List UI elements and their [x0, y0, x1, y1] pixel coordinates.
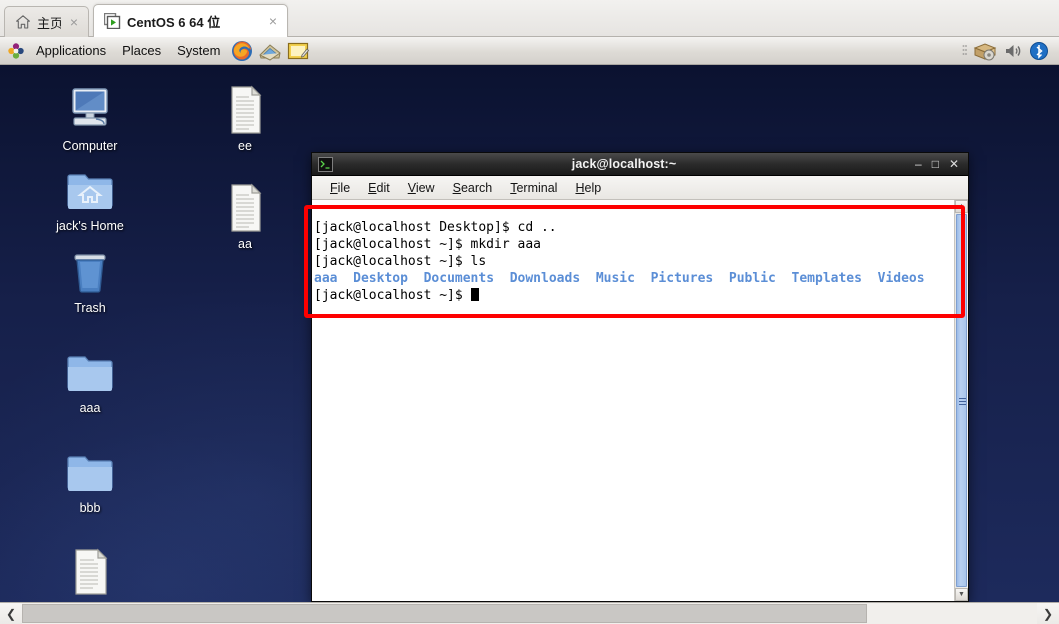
vm-icon — [103, 12, 121, 30]
scrollbar-track[interactable] — [22, 603, 1037, 624]
close-icon[interactable]: × — [266, 14, 280, 28]
menu-terminal[interactable]: Terminal — [502, 179, 565, 197]
panel-menu-group: Applications Places System — [0, 39, 312, 63]
text-cursor — [470, 288, 479, 301]
terminal-line-dirlist: aaa Desktop Documents Downloads Music Pi… — [314, 270, 954, 287]
desktop-icon-document-aa[interactable]: aa — [190, 183, 300, 251]
vm-tab-home[interactable]: 主页 × — [4, 6, 89, 37]
panel-menu-system[interactable]: System — [169, 40, 228, 61]
folder-icon — [64, 347, 116, 397]
close-icon[interactable]: × — [67, 15, 81, 29]
terminal-prompt-line: [jack@localhost ~]$ — [314, 287, 954, 304]
menu-view[interactable]: View — [400, 179, 443, 197]
close-icon[interactable]: ✕ — [949, 158, 959, 170]
scrollbar-thumb[interactable] — [22, 604, 867, 623]
dir-entry: Pictures — [650, 271, 714, 286]
menu-help[interactable]: Help — [567, 179, 609, 197]
scroll-up-icon[interactable]: ▲ — [955, 200, 968, 213]
evolution-mail-icon[interactable] — [258, 39, 282, 63]
computer-icon — [64, 85, 116, 135]
menu-edit[interactable]: Edit — [360, 179, 398, 197]
gnome-top-panel: Applications Places System — [0, 37, 1059, 65]
scroll-right-icon[interactable]: ❯ — [1037, 603, 1059, 624]
panel-menu-applications[interactable]: Applications — [28, 40, 114, 61]
screen: 主页 × CentOS 6 64 位 × Applications Places… — [0, 0, 1059, 624]
desktop-icon-home[interactable]: jack's Home — [35, 165, 145, 233]
desktop-icon-label: aa — [238, 237, 252, 251]
vm-tab-centos[interactable]: CentOS 6 64 位 × — [93, 4, 288, 37]
desktop-icon-label: ee — [238, 139, 252, 153]
desktop-icon-computer[interactable]: Computer — [35, 85, 145, 153]
dir-entry: Desktop — [353, 271, 408, 286]
scroll-left-icon[interactable]: ❮ — [0, 603, 22, 624]
panel-menu-places[interactable]: Places — [114, 40, 169, 61]
desktop-area[interactable]: Computer jack's Home Trash aaa bbb ee aa… — [0, 65, 1059, 602]
maximize-icon[interactable]: □ — [932, 158, 939, 170]
terminal-line: [jack@localhost ~]$ ls — [314, 254, 487, 269]
vm-tab-home-label: 主页 — [37, 15, 61, 31]
desktop-icon-label: bbb — [79, 501, 101, 515]
vm-tab-strip: 主页 × CentOS 6 64 位 × — [0, 0, 1059, 37]
desktop-icon-folder-bbb[interactable]: bbb — [35, 447, 145, 515]
menu-search[interactable]: Search — [445, 179, 501, 197]
horizontal-scrollbar[interactable]: ❮ ❯ — [0, 602, 1059, 624]
document-icon — [219, 183, 271, 233]
terminal-screen[interactable]: [jack@localhost Desktop]$ cd .. [jack@loc… — [312, 200, 954, 601]
terminal-icon — [318, 156, 333, 172]
desktop-icon-label: Computer — [62, 139, 118, 153]
dir-entry: Templates — [791, 271, 862, 286]
volume-icon[interactable] — [1003, 41, 1023, 61]
desktop-icon-folder-aaa[interactable]: aaa — [35, 347, 145, 415]
menu-file[interactable]: File — [322, 179, 358, 197]
vm-tab-centos-label: CentOS 6 64 位 — [127, 14, 221, 30]
terminal-title-text: jack@localhost:~ — [571, 157, 677, 171]
system-tray — [962, 40, 1059, 62]
desktop-icon-document-ee[interactable]: ee — [190, 85, 300, 153]
document-icon — [219, 85, 271, 135]
firefox-icon[interactable] — [230, 39, 254, 63]
scrollbar-grip — [959, 397, 966, 405]
scrollbar-thumb[interactable] — [956, 214, 967, 587]
dir-entry: aaa — [314, 271, 338, 286]
desktop-icon-trash[interactable]: Trash — [35, 247, 145, 315]
terminal-scrollbar[interactable]: ▲ ▼ — [954, 200, 968, 601]
dir-entry: Public — [728, 271, 776, 286]
home-icon — [15, 14, 31, 30]
home-folder-icon — [64, 165, 116, 215]
centos-logo-icon[interactable] — [6, 41, 26, 61]
minimize-icon[interactable]: – — [915, 158, 922, 170]
desktop-icon-label: jack's Home — [56, 219, 124, 233]
dir-entry: Music — [595, 271, 635, 286]
dir-entry: Videos — [877, 271, 925, 286]
package-updater-icon[interactable] — [973, 40, 997, 62]
terminal-line: [jack@localhost ~]$ mkdir aaa — [314, 237, 541, 252]
folder-icon — [64, 447, 116, 497]
terminal-body: [jack@localhost Desktop]$ cd .. [jack@loc… — [312, 200, 968, 601]
dir-entry: Downloads — [509, 271, 581, 286]
prompt-text: [jack@localhost ~]$ — [314, 288, 471, 303]
scroll-down-icon[interactable]: ▼ — [955, 588, 968, 601]
window-controls: – □ ✕ — [915, 158, 962, 170]
desktop-icon-label: Trash — [74, 301, 106, 315]
trash-icon — [64, 247, 116, 297]
terminal-menubar: File Edit View Search Terminal Help — [312, 176, 968, 200]
tray-grip-handle[interactable] — [962, 43, 967, 59]
terminal-window[interactable]: jack@localhost:~ – □ ✕ File Edit View Se… — [311, 152, 969, 602]
desktop-icon-document-bottom[interactable] — [35, 547, 145, 601]
dir-entry: Documents — [423, 271, 495, 286]
document-icon — [64, 547, 116, 597]
text-editor-icon[interactable] — [286, 39, 310, 63]
bluetooth-icon[interactable] — [1029, 41, 1049, 61]
terminal-line: [jack@localhost Desktop]$ cd .. — [314, 220, 557, 235]
terminal-titlebar[interactable]: jack@localhost:~ – □ ✕ — [312, 153, 968, 176]
desktop-icon-label: aaa — [79, 401, 101, 415]
